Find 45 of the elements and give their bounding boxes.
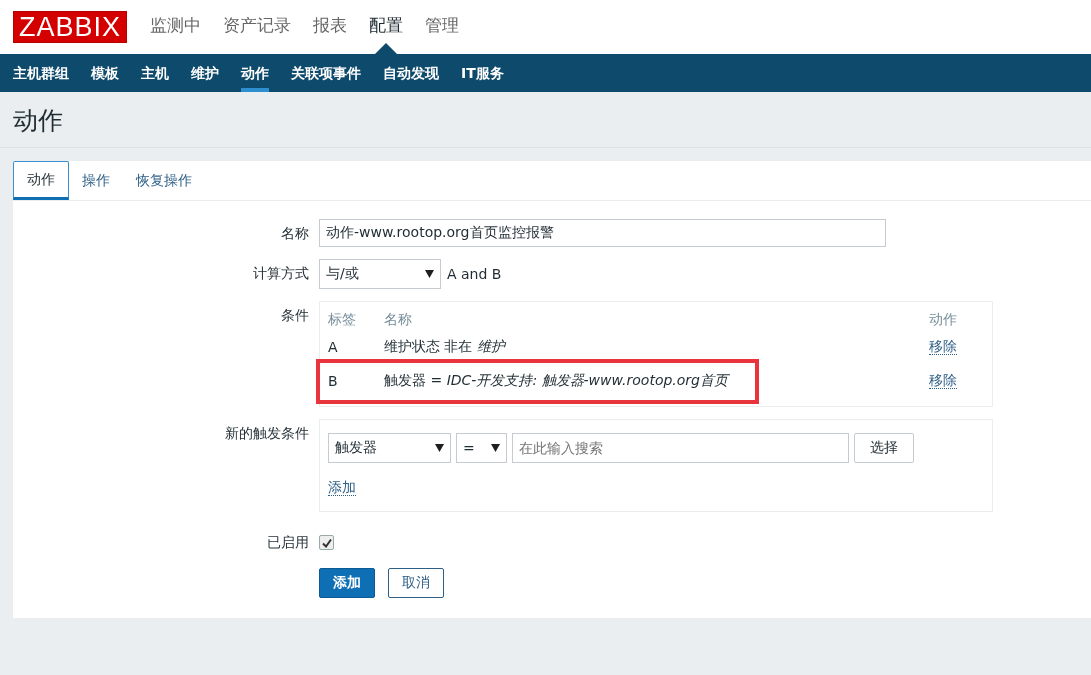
enabled-checkbox[interactable] xyxy=(319,535,334,550)
page-title: 动作 xyxy=(0,92,1091,148)
sub-menu-item[interactable]: 关联项事件 xyxy=(280,54,372,92)
tab[interactable]: 恢复操作 xyxy=(123,161,205,199)
field-label: 已启用 xyxy=(267,534,309,550)
main-menu-item[interactable]: 配置 xyxy=(358,0,415,54)
tab[interactable]: 操作 xyxy=(69,161,123,199)
field-label: 计算方式 xyxy=(253,265,309,281)
field-label: 条件 xyxy=(281,307,309,323)
caret-icon xyxy=(491,444,500,452)
sub-menu-item[interactable]: 主机群组 xyxy=(2,54,80,92)
name-input-field[interactable]: 动作-www.rootop.org首页监控报警 xyxy=(319,219,886,247)
operator-dropdown[interactable]: = xyxy=(456,433,507,463)
main-menu-item[interactable]: 资产记录 xyxy=(212,0,303,54)
sub-menu-item[interactable]: 模板 xyxy=(80,54,130,92)
search-input-field[interactable]: 在此输入搜索 xyxy=(512,433,849,463)
caret-icon xyxy=(425,270,434,278)
sub-menu-item[interactable]: 主机 xyxy=(130,54,180,92)
condition-type-dropdown[interactable]: 触发器 xyxy=(328,433,451,463)
calculation-dropdown[interactable]: 与/或 xyxy=(319,259,441,289)
column-header: 动作 xyxy=(929,311,958,329)
add-link[interactable]: 添加 xyxy=(328,479,356,496)
caret-icon xyxy=(435,444,444,452)
sub-menu-item[interactable]: 自动发现 xyxy=(372,54,450,92)
remove-link[interactable]: 移除 xyxy=(929,338,957,355)
field-label: 新的触发条件 xyxy=(225,425,309,441)
field-label: 名称 xyxy=(281,225,309,241)
column-header: 名称 xyxy=(384,311,413,329)
sub-menu-item[interactable]: 动作 xyxy=(230,54,280,92)
main-menu-item[interactable]: 报表 xyxy=(302,0,359,54)
select-button[interactable]: 选择 xyxy=(854,433,914,463)
condition-text: 触发器 = IDC-开发支持: 触发器-www.rootop.org首页 xyxy=(384,372,731,390)
sub-menu-item[interactable]: IT服务 xyxy=(450,54,515,92)
sub-menu-item[interactable]: 维护 xyxy=(180,54,230,92)
cancel-button[interactable]: 取消 xyxy=(388,568,444,598)
remove-link[interactable]: 移除 xyxy=(929,372,957,389)
main-menu-item[interactable]: 监测中 xyxy=(139,0,213,54)
add-button[interactable]: 添加 xyxy=(319,568,375,598)
zabbix-logo[interactable]: ZABBIX xyxy=(13,11,128,43)
condition-label: B xyxy=(328,373,339,389)
column-header: 标签 xyxy=(328,311,357,329)
formula-text: A and B xyxy=(447,266,502,282)
condition-label: A xyxy=(328,339,339,355)
condition-text: 维护状态 非在 维护 xyxy=(384,338,507,356)
main-menu-item[interactable]: 管理 xyxy=(414,0,471,54)
